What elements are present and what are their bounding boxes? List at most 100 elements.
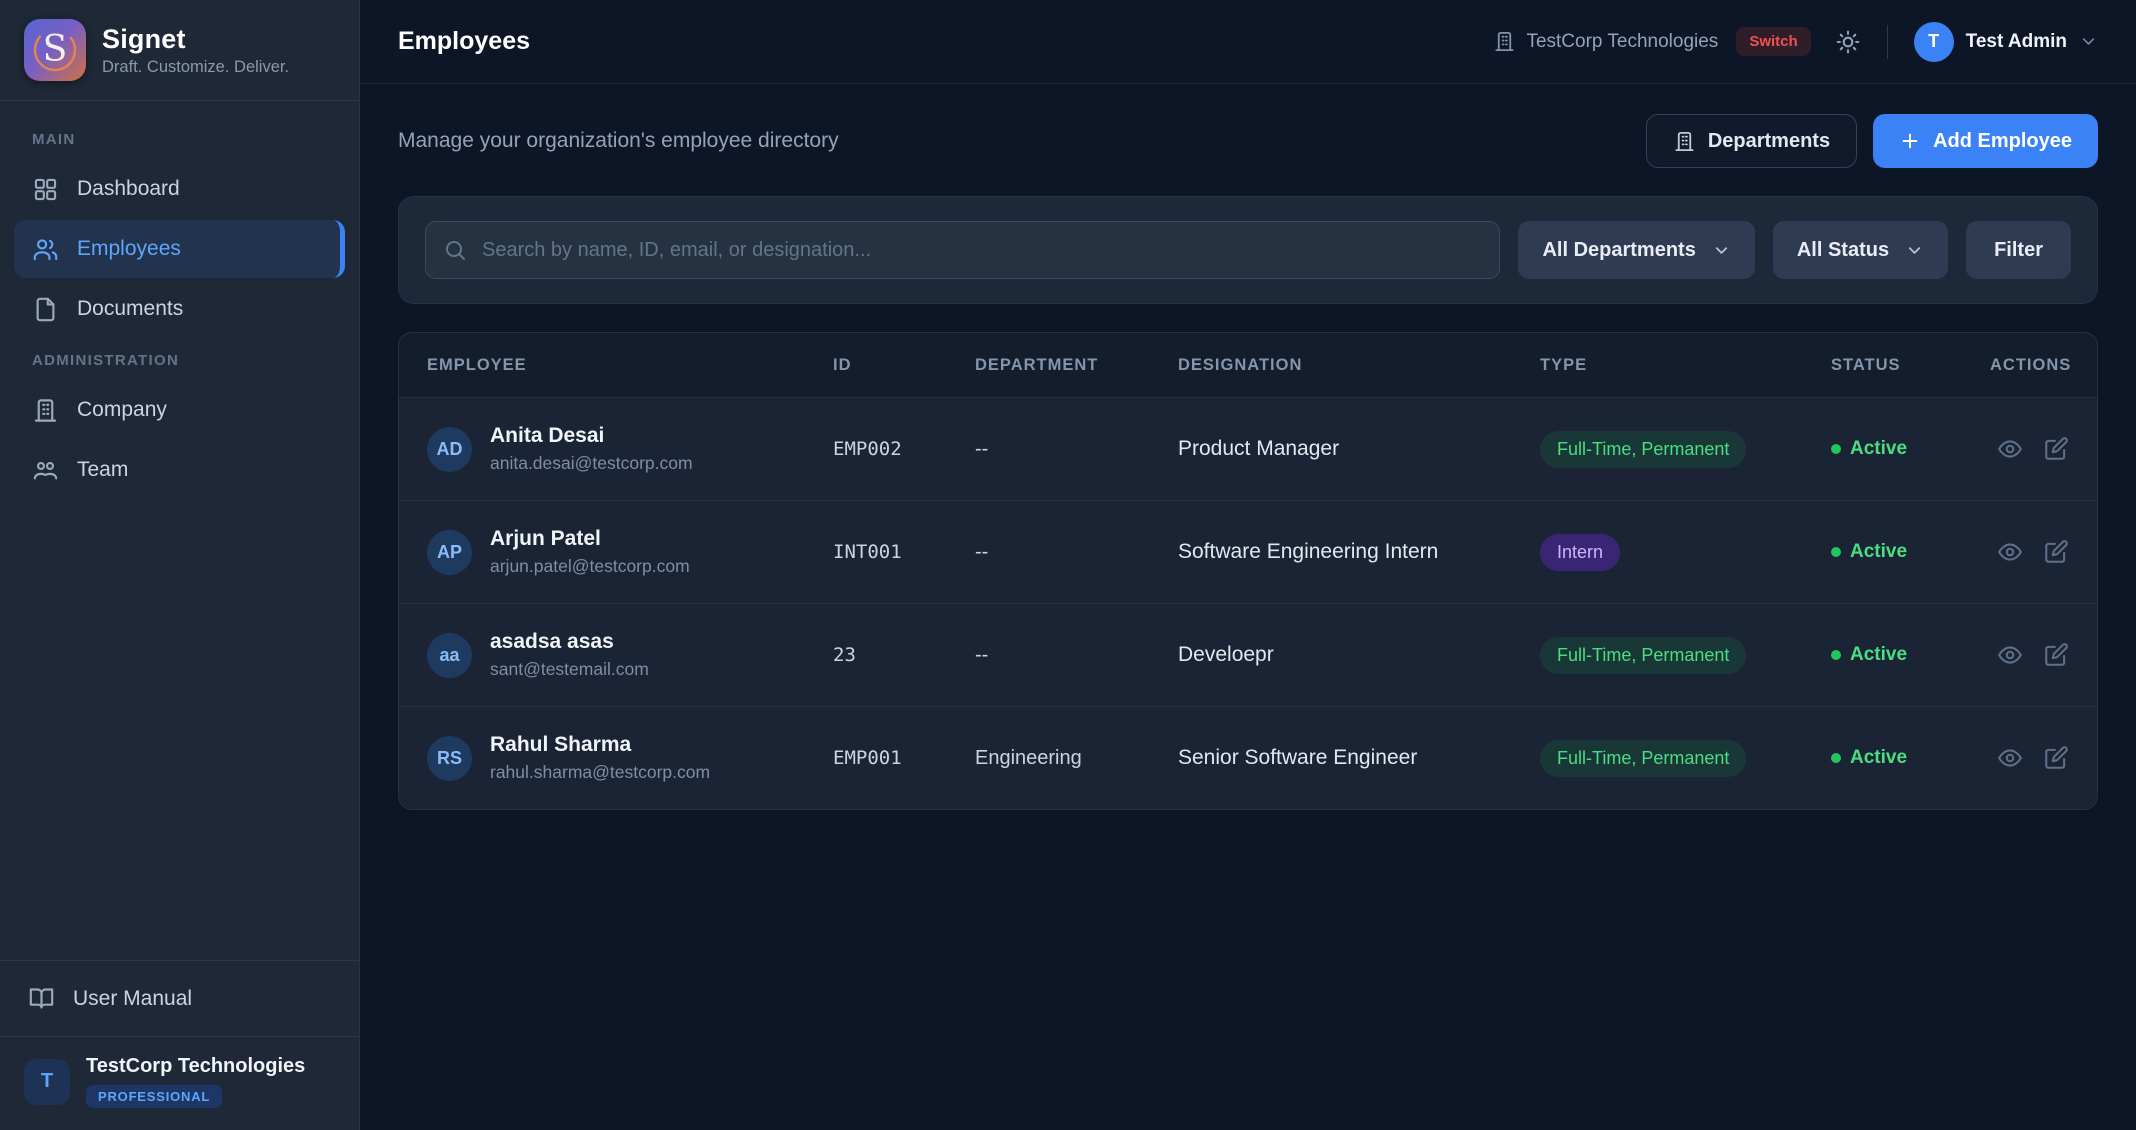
table-row[interactable]: AD Anita Desai anita.desai@testcorp.com …	[399, 397, 2097, 500]
subheader: Manage your organization's employee dire…	[398, 84, 2098, 196]
topbar-right: TestCorp Technologies Switch T Test Admi…	[1493, 22, 2098, 62]
view-employee-eye-icon[interactable]	[1997, 745, 2023, 771]
employee-department: Engineering	[975, 747, 1178, 770]
row-actions	[1990, 745, 2069, 771]
team-icon	[32, 457, 59, 484]
edit-employee-pencil-icon[interactable]	[2043, 436, 2069, 462]
building-icon	[1493, 30, 1516, 53]
view-employee-eye-icon[interactable]	[1997, 539, 2023, 565]
page-body: Manage your organization's employee dire…	[360, 84, 2136, 1130]
filter-bar: All Departments All Status Filter	[398, 196, 2098, 304]
employee-type-badge: Full-Time, Permanent	[1540, 637, 1746, 674]
row-actions	[1990, 642, 2069, 668]
sidebar-item-label: Employees	[77, 237, 181, 261]
app-logo: S	[24, 19, 86, 81]
employee-email: rahul.sharma@testcorp.com	[490, 762, 710, 783]
plan-badge: PROFESSIONAL	[86, 1085, 222, 1108]
document-icon	[32, 296, 59, 323]
employee-cell: AP Arjun Patel arjun.patel@testcorp.com	[427, 527, 833, 577]
chevron-down-icon	[1905, 241, 1924, 260]
status-filter-select[interactable]: All Status	[1773, 221, 1948, 279]
book-open-icon	[28, 985, 55, 1012]
main-area: Employees TestCorp Technologies Switch	[360, 0, 2136, 1130]
sidebar-item-employees[interactable]: Employees	[14, 220, 345, 278]
switch-org-button[interactable]: Switch	[1736, 27, 1810, 56]
employee-name: Anita Desai	[490, 424, 693, 448]
sidebar-item-dashboard[interactable]: Dashboard	[14, 160, 345, 218]
employee-avatar: AP	[427, 530, 472, 575]
sidebar-org-card[interactable]: T TestCorp Technologies PROFESSIONAL	[0, 1036, 359, 1130]
edit-employee-pencil-icon[interactable]	[2043, 539, 2069, 565]
status-label: Active	[1850, 747, 1907, 769]
page-title: Employees	[398, 27, 530, 56]
building-icon	[1673, 130, 1696, 153]
view-employee-eye-icon[interactable]	[1997, 642, 2023, 668]
employee-department: --	[975, 644, 1178, 667]
employees-table: EMPLOYEE ID DEPARTMENT DESIGNATION TYPE …	[398, 332, 2098, 810]
employee-type-badge: Full-Time, Permanent	[1540, 740, 1746, 777]
sidebar-item-documents[interactable]: Documents	[14, 280, 345, 338]
filter-button[interactable]: Filter	[1966, 221, 2071, 279]
status-label: Active	[1850, 644, 1907, 666]
sidebar-item-label: Team	[77, 458, 128, 482]
status-dot-icon	[1831, 753, 1841, 763]
column-header-type: TYPE	[1540, 356, 1831, 375]
add-employee-button-label: Add Employee	[1933, 130, 2072, 153]
sidebar-item-company[interactable]: Company	[14, 381, 345, 439]
edit-employee-pencil-icon[interactable]	[2043, 642, 2069, 668]
employee-cell: RS Rahul Sharma rahul.sharma@testcorp.co…	[427, 733, 833, 783]
table-row[interactable]: RS Rahul Sharma rahul.sharma@testcorp.co…	[399, 706, 2097, 809]
org-name: TestCorp Technologies	[86, 1055, 305, 1078]
sidebar-item-team[interactable]: Team	[14, 441, 345, 499]
employee-name: Rahul Sharma	[490, 733, 710, 757]
table-header-row: EMPLOYEE ID DEPARTMENT DESIGNATION TYPE …	[399, 333, 2097, 397]
divider	[1887, 25, 1888, 59]
status-filter-value: All Status	[1797, 239, 1889, 262]
status-label: Active	[1850, 438, 1907, 460]
employee-email: arjun.patel@testcorp.com	[490, 556, 690, 577]
employee-id: EMP001	[833, 747, 975, 769]
theme-toggle-sun-icon[interactable]	[1835, 29, 1861, 55]
chevron-down-icon	[1712, 241, 1731, 260]
department-filter-select[interactable]: All Departments	[1518, 221, 1754, 279]
column-header-designation: DESIGNATION	[1178, 356, 1540, 375]
user-avatar: T	[1914, 22, 1954, 62]
employee-avatar: AD	[427, 427, 472, 472]
employee-identity: Rahul Sharma rahul.sharma@testcorp.com	[490, 733, 710, 783]
table-row[interactable]: aa asadsa asas sant@testemail.com 23 -- …	[399, 603, 2097, 706]
employee-email: anita.desai@testcorp.com	[490, 453, 693, 474]
add-employee-button[interactable]: Add Employee	[1873, 114, 2098, 168]
table-body: AD Anita Desai anita.desai@testcorp.com …	[399, 397, 2097, 809]
employee-email: sant@testemail.com	[490, 659, 649, 680]
building-icon	[32, 397, 59, 424]
employee-type-badge: Full-Time, Permanent	[1540, 431, 1746, 468]
status-dot-icon	[1831, 650, 1841, 660]
departments-button[interactable]: Departments	[1646, 114, 1857, 168]
employee-department: --	[975, 541, 1178, 564]
sidebar-nav: MAIN Dashboard Employees	[0, 101, 359, 960]
employee-name: Arjun Patel	[490, 527, 690, 551]
edit-employee-pencil-icon[interactable]	[2043, 745, 2069, 771]
employee-designation: Software Engineering Intern	[1178, 540, 1540, 564]
department-filter-value: All Departments	[1542, 239, 1695, 262]
column-header-employee: EMPLOYEE	[427, 356, 833, 375]
current-org: TestCorp Technologies	[1493, 30, 1718, 53]
column-header-department: DEPARTMENT	[975, 356, 1178, 375]
user-menu[interactable]: T Test Admin	[1914, 22, 2098, 62]
status-badge: Active	[1831, 644, 1990, 666]
search-input[interactable]	[425, 221, 1500, 279]
departments-button-label: Departments	[1708, 130, 1830, 153]
chevron-down-icon	[2079, 32, 2098, 51]
nav-section-main-label: MAIN	[0, 119, 359, 158]
org-info: TestCorp Technologies PROFESSIONAL	[86, 1055, 305, 1108]
brand-tagline: Draft. Customize. Deliver.	[102, 58, 289, 77]
sidebar-item-label: Dashboard	[77, 177, 180, 201]
brand-text: Signet Draft. Customize. Deliver.	[102, 24, 289, 77]
status-badge: Active	[1831, 541, 1990, 563]
table-row[interactable]: AP Arjun Patel arjun.patel@testcorp.com …	[399, 500, 2097, 603]
view-employee-eye-icon[interactable]	[1997, 436, 2023, 462]
page-subtitle: Manage your organization's employee dire…	[398, 129, 839, 153]
employee-id: INT001	[833, 541, 975, 563]
user-manual-link[interactable]: User Manual	[0, 960, 359, 1036]
nav-section-administration-label: ADMINISTRATION	[0, 340, 359, 379]
